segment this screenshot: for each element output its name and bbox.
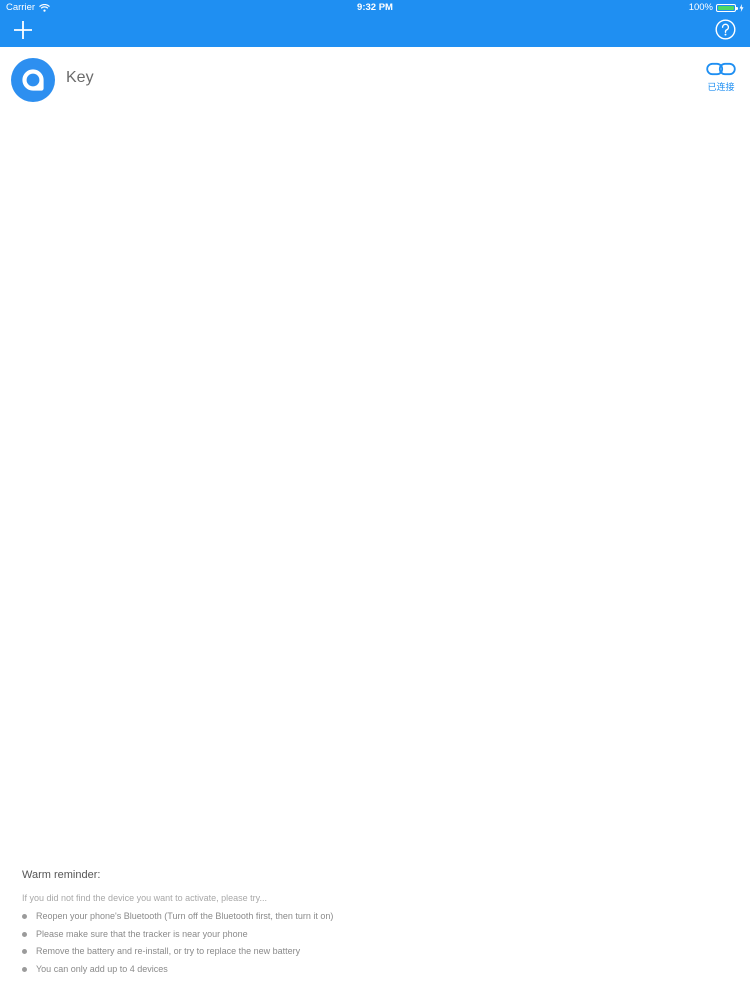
warm-reminder: Warm reminder: If you did not find the d… — [22, 869, 722, 978]
list-item: Remove the battery and re-install, or tr… — [22, 943, 722, 961]
status-time: 9:32 PM — [357, 2, 393, 13]
navigation-bar: Carrier 9:32 PM 100% — [0, 0, 750, 47]
list-item: You can only add up to 4 devices — [22, 961, 722, 979]
device-name: Key — [66, 69, 94, 86]
bullet-icon — [22, 914, 27, 919]
device-ring-icon — [11, 58, 55, 102]
charging-icon — [739, 3, 744, 12]
tip-text: Remove the battery and re-install, or tr… — [36, 946, 301, 956]
reminder-intro: If you did not find the device you want … — [22, 893, 267, 903]
list-item: Please make sure that the tracker is nea… — [22, 926, 722, 944]
link-icon — [706, 62, 736, 76]
tip-text: Please make sure that the tracker is nea… — [36, 928, 248, 939]
connection-status[interactable]: 已连接 — [706, 62, 736, 93]
battery-fill — [718, 5, 734, 10]
bullet-icon — [22, 966, 27, 972]
bullet-icon — [22, 949, 27, 954]
list-item: Reopen your phone's Bluetooth (Turn off … — [22, 908, 722, 926]
reminder-title: Warm reminder: — [22, 869, 101, 881]
tip-text: Reopen your phone's Bluetooth (Turn off … — [36, 911, 334, 921]
status-bar-right: 100% — [689, 2, 744, 13]
tip-text: You can only add up to 4 devices — [36, 963, 168, 974]
reminder-tips: Reopen your phone's Bluetooth (Turn off … — [22, 908, 722, 978]
app-screen: Carrier 9:32 PM 100% Key 已连接 Warm remind… — [0, 0, 750, 1000]
connected-label: 已连接 — [707, 83, 735, 93]
plus-icon[interactable] — [12, 19, 34, 41]
help-icon[interactable] — [715, 19, 736, 40]
bullet-icon — [22, 931, 27, 937]
battery-percent: 100% — [688, 2, 713, 13]
battery-icon — [716, 3, 738, 12]
device-row[interactable]: Key 已连接 — [0, 56, 750, 104]
